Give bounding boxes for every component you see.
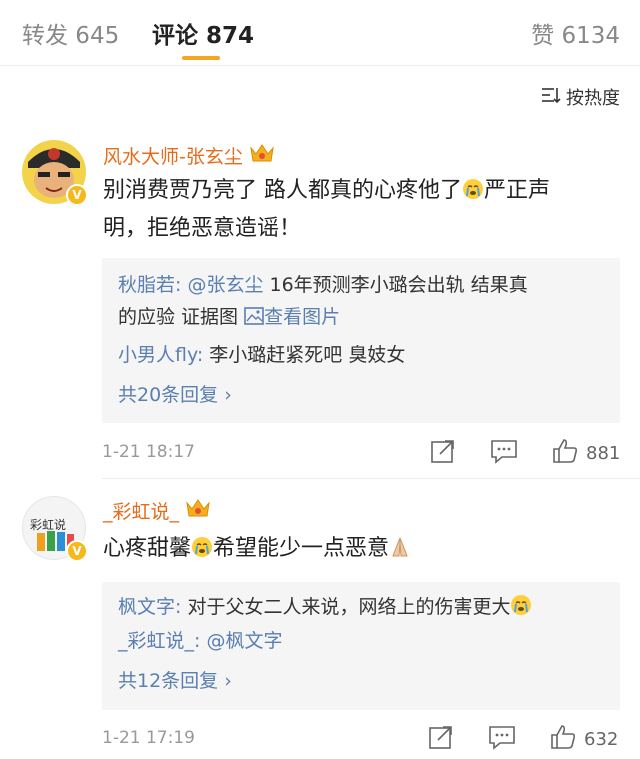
crown-icon bbox=[249, 142, 275, 169]
praying-hands-icon bbox=[389, 533, 411, 557]
active-tab-indicator bbox=[182, 56, 220, 60]
comment-text: 别消费贾乃亮了 路人都真的心疼他了 严正声 明，拒绝恶意造谣！ bbox=[103, 172, 550, 248]
reply-item: 秋脂若: @张玄尘 16年预测李小璐会出轨 结果真 bbox=[118, 270, 528, 300]
avatar[interactable]: 彩虹说 V bbox=[22, 496, 88, 562]
comment-icon[interactable] bbox=[488, 724, 516, 750]
divider bbox=[102, 478, 640, 479]
reply-item: 枫文字: 对于父女二人来说，网络上的伤害更大 bbox=[118, 592, 532, 622]
avatar-label: 彩虹说 bbox=[30, 518, 67, 532]
like-count: 881 bbox=[586, 442, 621, 464]
reply-text: 李小璐赶紧死吧 臭妓女 bbox=[203, 344, 406, 366]
reply-text: 的应验 证据图 bbox=[118, 306, 245, 328]
reply-text: 对于父女二人来说，网络上的伤害更大 bbox=[181, 596, 511, 618]
view-image-label: 查看图片 bbox=[264, 306, 341, 328]
crying-emoji-icon bbox=[462, 175, 484, 199]
comment-meta-bar: 1-21 17:19 632 bbox=[102, 724, 620, 754]
verified-badge-icon: V bbox=[66, 540, 88, 562]
comment-timestamp: 1-21 17:19 bbox=[102, 728, 195, 748]
thumbs-up-icon bbox=[550, 724, 576, 754]
reply-item: 小男人fly: 李小璐赶紧死吧 臭妓女 bbox=[118, 340, 405, 370]
reply-author[interactable]: 小男人fly: bbox=[118, 344, 203, 366]
reply-author[interactable]: _彩虹说_: bbox=[118, 630, 200, 652]
comment-text-part: 希望能少一点恶意 bbox=[213, 536, 390, 561]
view-all-replies-link[interactable]: 共12条回复 › bbox=[118, 666, 232, 693]
reply-text: 16年预测李小璐会出轨 结果真 bbox=[263, 274, 528, 296]
like-count: 632 bbox=[584, 728, 619, 750]
reply-preview-box[interactable]: 枫文字: 对于父女二人来说，网络上的伤害更大 _彩虹说_: @枫文字 共12条回… bbox=[102, 582, 620, 710]
sort-label: 按热度 bbox=[566, 88, 620, 109]
comment-author[interactable]: _彩虹说_ bbox=[103, 497, 211, 524]
reply-author[interactable]: 枫文字: bbox=[118, 596, 181, 618]
like-button[interactable]: 881 bbox=[552, 438, 620, 468]
comment-author[interactable]: 风水大师-张玄尘 bbox=[103, 142, 275, 169]
verified-badge-icon: V bbox=[66, 184, 88, 206]
view-all-replies-link[interactable]: 共20条回复 › bbox=[118, 380, 232, 407]
comment-meta-bar: 1-21 18:17 881 bbox=[102, 438, 620, 468]
tab-like[interactable]: 赞 6134 bbox=[531, 16, 620, 50]
divider bbox=[0, 65, 640, 66]
comment-text-part: 明，拒绝恶意造谣！ bbox=[103, 216, 302, 241]
repost-icon[interactable] bbox=[430, 438, 456, 464]
comment-text-part: 心疼甜馨 bbox=[103, 536, 192, 561]
avatar[interactable]: V bbox=[22, 140, 88, 206]
image-icon bbox=[244, 306, 264, 328]
view-image-link[interactable]: 查看图片 bbox=[244, 306, 340, 328]
crying-emoji-icon bbox=[191, 533, 213, 557]
reply-author[interactable]: 秋脂若: bbox=[118, 274, 181, 296]
crying-emoji-icon bbox=[510, 594, 532, 616]
username-link[interactable]: _彩虹说_ bbox=[103, 497, 179, 524]
reply-item-continued: 的应验 证据图 查看图片 bbox=[118, 302, 340, 332]
reply-preview-box[interactable]: 秋脂若: @张玄尘 16年预测李小璐会出轨 结果真 的应验 证据图 查看图片 小… bbox=[102, 258, 620, 423]
username-link[interactable]: 风水大师-张玄尘 bbox=[103, 142, 243, 169]
mention-link[interactable]: @枫文字 bbox=[200, 630, 282, 652]
reply-item: _彩虹说_: @枫文字 bbox=[118, 626, 282, 656]
repost-icon[interactable] bbox=[428, 724, 454, 750]
tab-bar: 转发 645 评论 874 赞 6134 bbox=[0, 0, 640, 66]
thumbs-up-icon bbox=[552, 438, 578, 468]
crown-icon bbox=[185, 497, 211, 524]
mention-link[interactable]: @张玄尘 bbox=[187, 274, 263, 296]
tab-repost[interactable]: 转发 645 bbox=[22, 16, 119, 50]
comment-text-part: 别消费贾乃亮了 路人都真的心疼他了 bbox=[103, 178, 462, 203]
like-button[interactable]: 632 bbox=[550, 724, 618, 754]
sort-icon bbox=[540, 85, 566, 110]
comment-text: 心疼甜馨 希望能少一点恶意 bbox=[103, 530, 411, 568]
comment-icon[interactable] bbox=[490, 438, 518, 464]
comment-text-part: 严正声 bbox=[484, 178, 551, 203]
sort-by-hot-button[interactable]: 按热度 bbox=[540, 84, 620, 110]
tab-comment[interactable]: 评论 874 bbox=[152, 16, 254, 50]
comment-timestamp: 1-21 18:17 bbox=[102, 442, 195, 462]
